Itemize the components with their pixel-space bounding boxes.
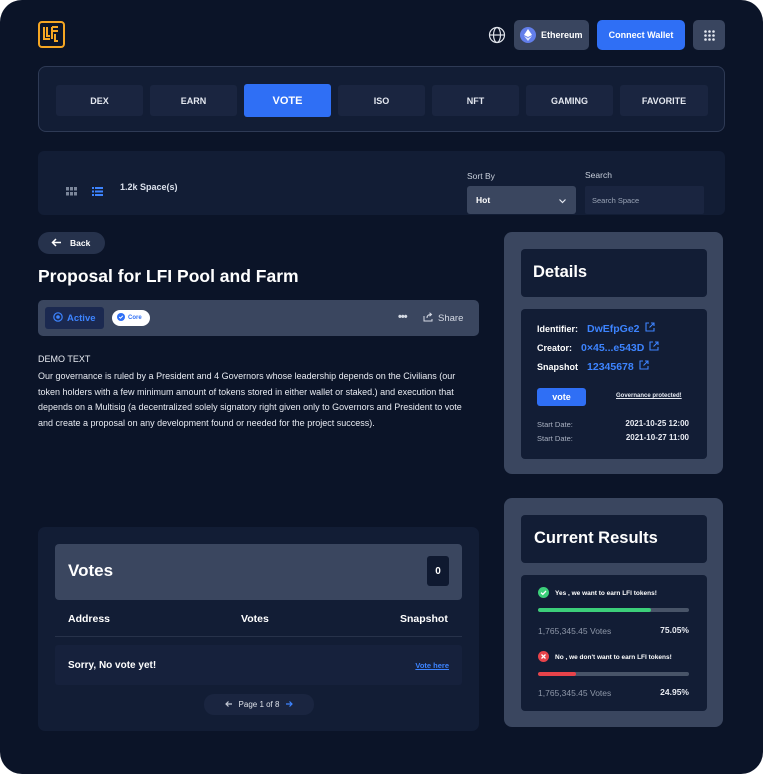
- identifier-row: Identifier: DwEfpGe2: [537, 322, 655, 335]
- votes-title: Votes: [68, 561, 114, 580]
- result-percent: 75.05%: [660, 625, 689, 635]
- end-date-label: Start Date:: [537, 434, 573, 443]
- result-fill-no: [538, 672, 576, 676]
- app-frame: Ethereum Connect Wallet DEX EARN VOTE IS…: [0, 0, 763, 774]
- sort-value: Hot: [476, 195, 491, 205]
- creator-row: Creator: 0×45...e543D: [537, 341, 659, 354]
- identifier-value: DwEfpGe2: [587, 322, 640, 335]
- share-button[interactable]: Share: [423, 312, 463, 325]
- start-date-value: 2021-10-25 12:00: [625, 419, 689, 428]
- x-circle-icon: [538, 651, 549, 664]
- proposal-status-bar: Active Core ••• Share: [38, 300, 479, 336]
- search-input[interactable]: [585, 186, 704, 214]
- check-circle-icon: [538, 587, 549, 600]
- creator-value: 0×45...e543D: [581, 341, 645, 354]
- pagination: Page 1 of 8: [204, 694, 314, 715]
- results-title: Current Results: [521, 515, 707, 563]
- result-option-no: No , we don't want to earn LFI tokens!: [538, 651, 672, 664]
- core-label: Core: [128, 315, 142, 321]
- network-label: Ethereum: [541, 30, 583, 40]
- share-label: Share: [438, 313, 464, 324]
- back-label: Back: [70, 238, 91, 248]
- search-label: Search: [585, 170, 612, 180]
- back-button[interactable]: Back: [38, 232, 105, 254]
- next-page-icon[interactable]: [285, 700, 294, 710]
- tab-nft[interactable]: NFT: [432, 85, 519, 116]
- status-badge: Active: [45, 307, 104, 329]
- vote-here-link[interactable]: Vote here: [415, 661, 449, 670]
- page-label: Page 1 of 8: [238, 700, 280, 709]
- lfi-logo-icon[interactable]: [38, 21, 65, 48]
- list-view-icon[interactable]: [92, 183, 103, 201]
- empty-votes-message: Sorry, No vote yet!: [68, 660, 157, 671]
- proposal-title: Proposal for LFI Pool and Farm: [38, 266, 299, 286]
- result-votes: 1,765,345.45 Votes: [538, 626, 612, 636]
- result-fill-yes: [538, 608, 652, 612]
- share-icon: [423, 312, 434, 325]
- tab-iso[interactable]: ISO: [338, 85, 425, 116]
- result-percent: 24.95%: [660, 687, 689, 697]
- result-option-yes: Yes , we want to earn LFI tokens!: [538, 587, 657, 600]
- network-select-button[interactable]: Ethereum: [514, 20, 589, 50]
- column-snapshot: Snapshot: [400, 613, 448, 625]
- tab-gaming[interactable]: GAMING: [526, 85, 613, 116]
- snapshot-label: Snapshot: [537, 361, 579, 372]
- results-body: Yes , we want to earn LFI tokens! 1,765,…: [521, 575, 707, 711]
- votes-count-badge: 0: [427, 556, 449, 586]
- creator-label: Creator:: [537, 342, 573, 353]
- apps-grid-icon[interactable]: [693, 20, 725, 50]
- tab-vote[interactable]: VOTE: [244, 84, 331, 117]
- sort-select[interactable]: Hot: [467, 186, 576, 214]
- spaces-count: 1.2k Space(s): [120, 182, 178, 192]
- tab-earn[interactable]: EARN: [150, 85, 237, 116]
- snapshot-row: Snapshot 12345678: [537, 360, 649, 373]
- prev-page-icon[interactable]: [224, 700, 233, 710]
- column-votes: Votes: [241, 613, 269, 625]
- details-title: Details: [521, 249, 707, 297]
- start-date-label: Start Date:: [537, 420, 573, 429]
- column-address: Address: [68, 613, 111, 625]
- sort-label: Sort By: [467, 171, 495, 181]
- chevron-down-icon: [559, 196, 566, 206]
- snapshot-value: 12345678: [587, 360, 634, 373]
- proposal-body: Our governance is ruled by a President a…: [38, 371, 462, 429]
- arrow-left-icon: [51, 237, 62, 249]
- empty-votes-row: Sorry, No vote yet! Vote here: [55, 645, 462, 685]
- details-body: Identifier: DwEfpGe2 Creator: 0×45...e54…: [521, 309, 707, 459]
- more-options-icon[interactable]: •••: [398, 311, 408, 323]
- snapshot-link[interactable]: 12345678: [587, 360, 649, 373]
- result-votes: 1,765,345.45 Votes: [538, 688, 612, 698]
- tab-dex[interactable]: DEX: [56, 85, 143, 116]
- governance-link[interactable]: Governance protected!: [616, 393, 682, 399]
- identifier-link[interactable]: DwEfpGe2: [587, 322, 655, 335]
- grid-view-icon[interactable]: [66, 183, 77, 201]
- tab-favorite[interactable]: FAVORITE: [620, 85, 708, 116]
- connect-wallet-button[interactable]: Connect Wallet: [597, 20, 685, 50]
- identifier-label: Identifier:: [537, 323, 579, 334]
- main-nav: DEX EARN VOTE ISO NFT GAMING FAVORITE: [38, 66, 725, 132]
- core-badge: Core: [112, 310, 150, 326]
- result-option-label: Yes , we want to earn LFI tokens!: [555, 590, 657, 597]
- active-status-icon: [53, 311, 63, 325]
- result-bar-yes: [538, 608, 689, 612]
- filter-bar: 1.2k Space(s) Sort By Hot Search: [38, 151, 725, 215]
- status-label: Active: [67, 312, 96, 324]
- votes-panel: Votes 0 Address Votes Snapshot Sorry, No…: [38, 527, 479, 731]
- external-link-icon: [644, 322, 655, 335]
- result-option-label: No , we don't want to earn LFI tokens!: [555, 654, 672, 661]
- external-link-icon: [649, 341, 659, 354]
- globe-icon[interactable]: [488, 26, 506, 44]
- result-bar-no: [538, 672, 689, 676]
- ethereum-icon: [520, 27, 536, 43]
- verified-icon: [117, 313, 125, 323]
- demo-heading: DEMO TEXT: [38, 354, 91, 364]
- votes-header: Votes 0: [55, 544, 462, 600]
- external-link-icon: [639, 360, 649, 373]
- vote-button[interactable]: vote: [537, 388, 586, 406]
- votes-divider: [55, 636, 462, 637]
- end-date-value: 2021-10-27 11:00: [625, 433, 689, 442]
- creator-link[interactable]: 0×45...e543D: [581, 341, 659, 354]
